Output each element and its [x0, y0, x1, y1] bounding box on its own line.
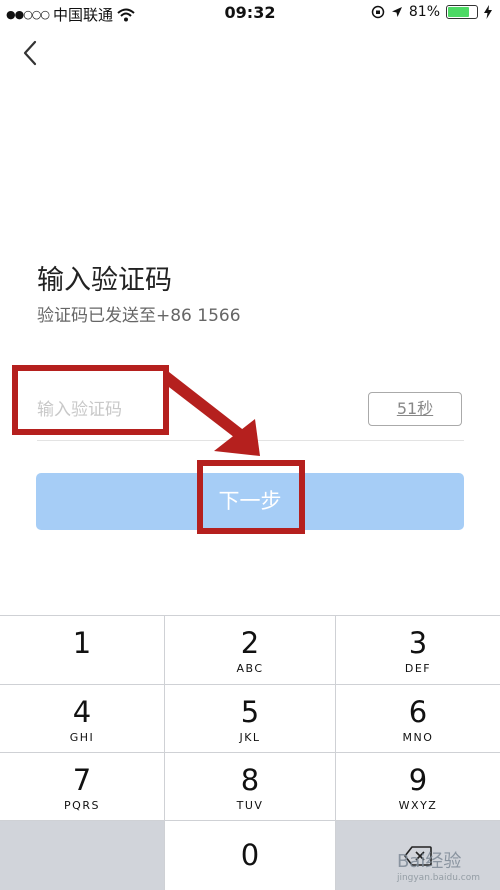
key-digit: 0 — [240, 838, 260, 872]
key-digit: 7 — [72, 763, 92, 797]
key-letters: TUV — [236, 799, 264, 812]
status-bar: ●●○○○ 中国联通 09:32 81% — [0, 0, 500, 28]
key-digit: 6 — [408, 695, 428, 729]
key-7[interactable]: 7 PQRS — [0, 753, 164, 820]
battery-percent: 81% — [408, 4, 440, 20]
key-3[interactable]: 3 DEF — [336, 616, 500, 684]
key-6[interactable]: 6 MNO — [336, 685, 500, 752]
baidu-jingyan-watermark: Bai经验 jingyan.baidu.com — [397, 847, 480, 883]
page-title: 输入验证码 — [37, 265, 172, 296]
key-9[interactable]: 9 WXYZ — [336, 753, 500, 820]
input-underline — [37, 440, 464, 441]
key-digit: 9 — [408, 763, 428, 797]
key-digit: 3 — [408, 626, 428, 660]
key-1[interactable]: 1 — [0, 616, 164, 684]
key-0[interactable]: 0 — [165, 821, 335, 890]
watermark-text: Bai经验 — [396, 851, 462, 872]
resend-countdown-button[interactable]: 51秒 — [368, 392, 462, 426]
annotation-box-button — [197, 460, 305, 534]
key-digit: 2 — [240, 626, 260, 660]
battery-fill — [448, 7, 470, 17]
key-digit: 4 — [72, 695, 92, 729]
watermark-url: jingyan.baidu.com — [396, 873, 480, 883]
key-letters: MNO — [402, 731, 434, 744]
key-8[interactable]: 8 TUV — [165, 753, 335, 820]
key-digit: 1 — [72, 626, 92, 660]
annotation-box-input — [12, 365, 169, 435]
key-5[interactable]: 5 JKL — [165, 685, 335, 752]
key-digit: 5 — [240, 695, 260, 729]
key-letters: DEF — [404, 662, 432, 675]
back-button[interactable] — [18, 36, 48, 70]
key-letters: GHI — [69, 731, 95, 744]
key-digit: 8 — [240, 763, 260, 797]
keypad-divider — [0, 684, 500, 685]
key-letters: PQRS — [64, 799, 100, 812]
status-right: 81% — [371, 4, 492, 20]
rotation-lock-icon — [371, 5, 385, 19]
key-2[interactable]: 2 ABC — [165, 616, 335, 684]
charging-bolt-icon — [484, 5, 492, 19]
key-4[interactable]: 4 GHI — [0, 685, 164, 752]
keypad-divider — [164, 616, 165, 890]
key-blank — [0, 821, 164, 890]
keypad-divider — [0, 752, 500, 753]
key-letters: JKL — [239, 731, 261, 744]
keypad-divider — [335, 616, 336, 890]
keypad-divider — [0, 820, 500, 821]
key-letters: WXYZ — [398, 799, 438, 812]
location-arrow-icon — [391, 7, 402, 17]
sent-to-phone-text: 验证码已发送至+86 1566 — [37, 306, 241, 326]
battery-icon — [446, 5, 478, 19]
chevron-left-icon — [23, 40, 37, 66]
key-letters: ABC — [236, 662, 264, 675]
